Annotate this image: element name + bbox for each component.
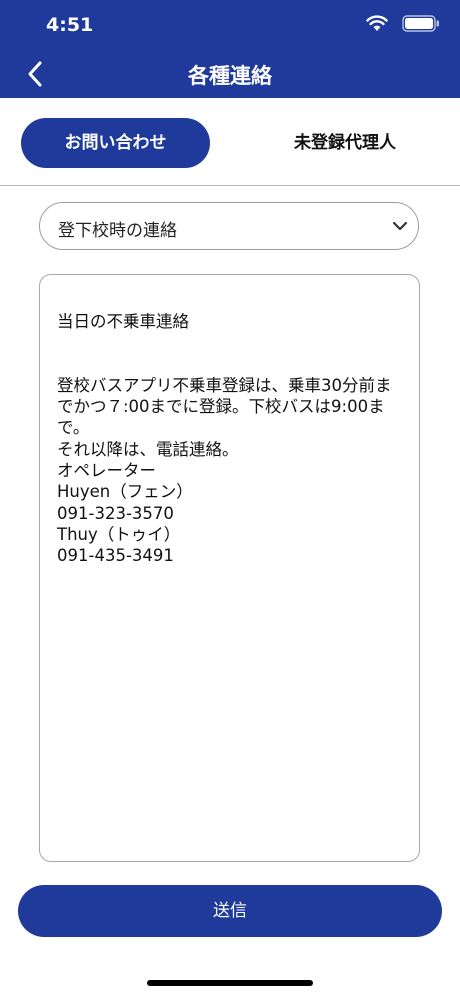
tab-divider	[0, 185, 460, 186]
battery-icon	[402, 15, 439, 32]
tab-inquiry[interactable]: お問い合わせ	[21, 118, 210, 168]
tab-unregistered-proxy[interactable]: 未登録代理人	[260, 118, 430, 168]
status-time: 4:51	[46, 14, 94, 36]
send-button[interactable]: 送信	[18, 885, 442, 937]
wifi-icon	[366, 15, 388, 31]
page-title: 各種連絡	[188, 64, 272, 88]
contact-type-value: 登下校時の連絡	[58, 221, 177, 241]
home-indicator	[147, 980, 313, 986]
chevron-down-icon	[392, 221, 408, 231]
contact-type-select[interactable]: 登下校時の連絡	[39, 202, 419, 250]
message-textarea[interactable]: 当日の不乗車連絡 登校バスアプリ不乗車登録は、乗車30分前までかつ７:00までに…	[39, 274, 420, 862]
message-text: 当日の不乗車連絡 登校バスアプリ不乗車登録は、乗車30分前までかつ７:00までに…	[57, 312, 392, 566]
app-header: 4:51 各種連絡	[0, 0, 460, 98]
